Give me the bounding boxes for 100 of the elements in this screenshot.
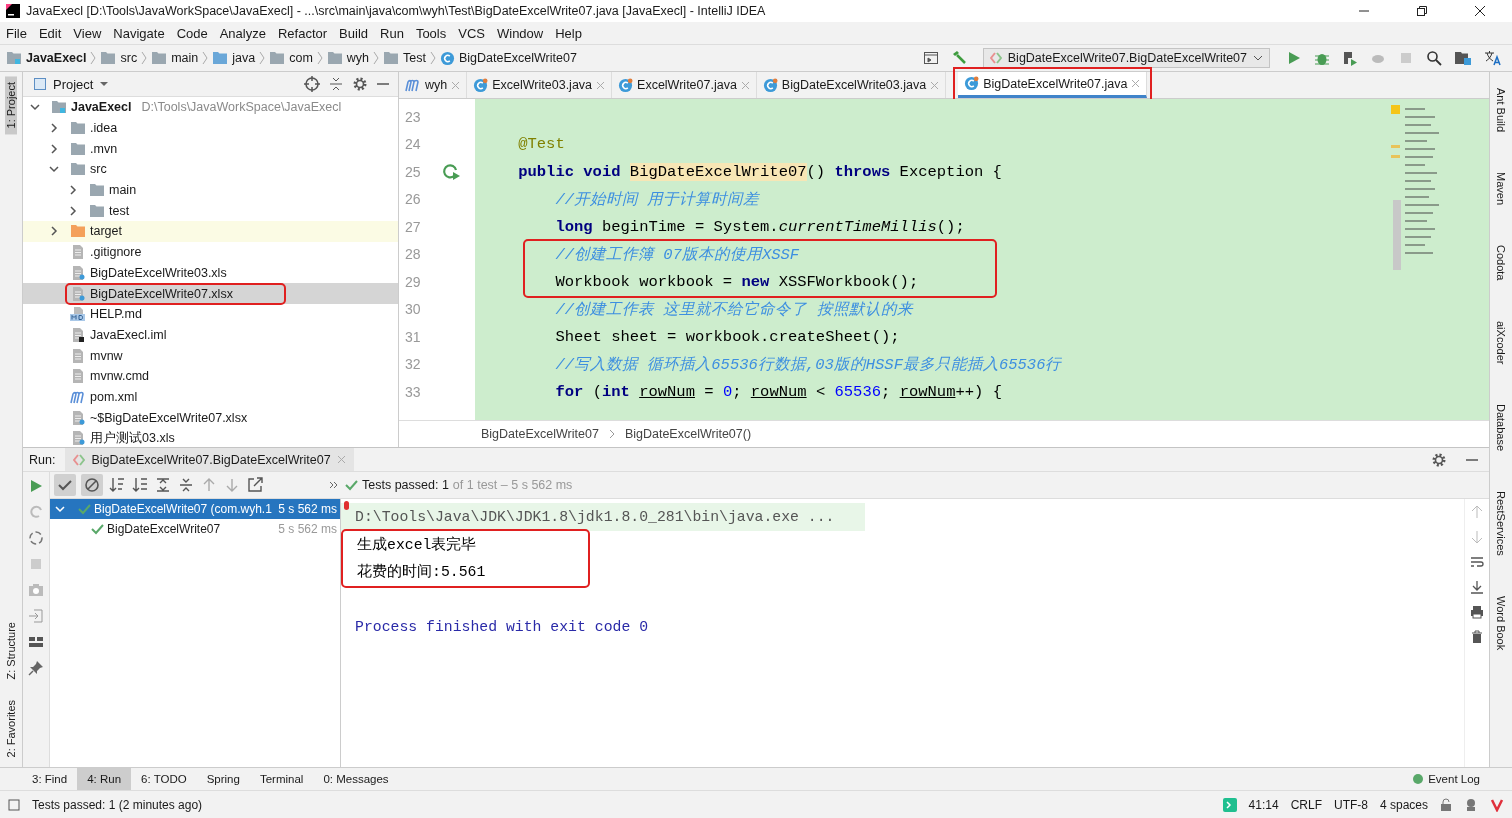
tree-row[interactable]: mvnw.cmd bbox=[23, 365, 398, 387]
chevron-icon[interactable] bbox=[328, 479, 340, 491]
coverage-icon[interactable] bbox=[1342, 50, 1358, 66]
tool-window-tab[interactable]: 3: Find bbox=[22, 768, 78, 790]
print-icon[interactable] bbox=[1470, 605, 1484, 619]
search-icon[interactable] bbox=[1426, 50, 1442, 66]
layout-icon[interactable] bbox=[922, 50, 939, 66]
tree-row[interactable]: HELP.md bbox=[23, 303, 398, 325]
settings-icon[interactable] bbox=[1431, 451, 1447, 468]
tree-row[interactable]: .gitignore bbox=[23, 241, 398, 263]
sort-by-duration-icon[interactable] bbox=[131, 476, 149, 494]
expand-all-icon[interactable] bbox=[154, 476, 172, 494]
tool-window-tab[interactable]: 4: Run bbox=[77, 768, 132, 790]
collapse-all-icon[interactable] bbox=[328, 76, 344, 92]
tool-window-tab[interactable]: 1: Project bbox=[5, 76, 17, 135]
tool-window-tab[interactable]: 2: Favorites bbox=[5, 693, 17, 763]
translate-icon[interactable] bbox=[1484, 50, 1502, 66]
tree-row[interactable]: pom.xml bbox=[23, 386, 398, 408]
line-separator-selector[interactable]: CRLF bbox=[1290, 797, 1322, 812]
editor-tab[interactable]: BigDateExcelWrite03.java bbox=[756, 72, 947, 98]
breadcrumb-item[interactable]: Test bbox=[383, 51, 426, 65]
crosshair-icon[interactable] bbox=[304, 76, 320, 92]
menu-item[interactable]: Window bbox=[496, 25, 544, 41]
indent-selector[interactable]: 4 spaces bbox=[1379, 797, 1428, 812]
menu-item[interactable]: Navigate bbox=[113, 25, 165, 41]
codota-icon[interactable] bbox=[1222, 797, 1237, 812]
close-icon[interactable] bbox=[1474, 5, 1486, 17]
tool-window-tab[interactable]: Maven bbox=[1495, 166, 1507, 212]
menu-item[interactable]: Analyze bbox=[219, 25, 266, 41]
menu-item[interactable]: Refactor bbox=[277, 25, 328, 41]
breadcrumb-item[interactable]: src bbox=[100, 51, 138, 65]
checkmark-icon[interactable] bbox=[54, 474, 76, 496]
panel-title[interactable]: Project bbox=[33, 76, 110, 92]
tree-row[interactable]: .mvn bbox=[23, 138, 398, 160]
tree-row[interactable]: src bbox=[23, 159, 398, 180]
play-icon[interactable] bbox=[1286, 50, 1302, 66]
tree-row[interactable]: mvnw bbox=[23, 345, 398, 366]
tool-window-tab[interactable]: Word Book bbox=[1495, 589, 1507, 657]
breadcrumb-item[interactable]: java bbox=[212, 51, 256, 65]
editor-tab[interactable]: wyh bbox=[399, 72, 468, 98]
tool-window-tab[interactable]: Codota bbox=[1495, 239, 1507, 287]
run-gutter-icon[interactable] bbox=[441, 161, 461, 182]
tool-window-tab[interactable]: RestServices bbox=[1495, 485, 1507, 562]
menu-item[interactable]: Run bbox=[380, 25, 404, 41]
event-log-button[interactable]: Event Log bbox=[1402, 768, 1490, 790]
plugin-icon[interactable] bbox=[1490, 797, 1504, 812]
pin-icon[interactable] bbox=[28, 660, 44, 676]
run-tab[interactable]: BigDateExcelWrite07.BigDateExcelWrite07 bbox=[65, 448, 354, 471]
menu-item[interactable]: VCS bbox=[458, 25, 485, 41]
play-icon[interactable] bbox=[28, 478, 44, 494]
project-structure-icon[interactable] bbox=[1454, 50, 1472, 66]
trash-icon[interactable] bbox=[1470, 630, 1484, 644]
breadcrumb-item[interactable]: JavaExecl bbox=[6, 51, 87, 65]
breadcrumb-item[interactable]: wyh bbox=[326, 51, 370, 65]
settings-icon[interactable] bbox=[352, 76, 368, 92]
soft-wrap-icon[interactable] bbox=[1470, 555, 1484, 569]
collapse-all-icon[interactable] bbox=[177, 476, 195, 494]
menu-item[interactable]: View bbox=[73, 25, 102, 41]
breadcrumb-item[interactable]: BigDateExcelWrite07 bbox=[440, 50, 577, 66]
menu-item[interactable]: Edit bbox=[38, 25, 62, 41]
tree-row[interactable]: JavaExecl D:\Tools\JavaWorkSpace\JavaExecl bbox=[23, 97, 398, 118]
test-method-row[interactable]: BigDateExcelWrite07 5 s 562 ms bbox=[50, 519, 340, 539]
tree-row[interactable]: JavaExecl.iml bbox=[23, 324, 398, 346]
encoding-selector[interactable]: UTF-8 bbox=[1333, 797, 1368, 812]
menu-item[interactable]: Tools bbox=[415, 25, 447, 41]
tree-row[interactable]: BigDateExcelWrite07.xlsx bbox=[23, 283, 398, 304]
tool-window-tab[interactable]: 6: TODO bbox=[131, 768, 197, 790]
tree-row[interactable]: .idea bbox=[23, 117, 398, 139]
breadcrumb-item[interactable]: com bbox=[269, 51, 313, 65]
test-class-row[interactable]: BigDateExcelWrite07 (com.wyh.1 5 s 562 ms bbox=[50, 499, 340, 519]
ignored-icon[interactable] bbox=[81, 474, 103, 496]
menu-item[interactable]: Code bbox=[176, 25, 208, 41]
breadcrumb-item[interactable]: BigDateExcelWrite07() bbox=[624, 427, 752, 441]
editor-tab[interactable]: ExcelWrite03.java bbox=[467, 72, 613, 98]
breadcrumb-item[interactable]: BigDateExcelWrite07 bbox=[481, 427, 599, 441]
tree-row[interactable]: ~$BigDateExcelWrite07.xlsx bbox=[23, 407, 398, 428]
breadcrumb-item[interactable]: main bbox=[151, 51, 199, 65]
tool-window-tab[interactable]: Database bbox=[1495, 397, 1507, 458]
panel-toggle-icon[interactable] bbox=[8, 798, 20, 811]
layout-icon[interactable] bbox=[28, 634, 44, 650]
caret-position[interactable]: 41:14 bbox=[1248, 797, 1279, 812]
scroll-to-end-icon[interactable] bbox=[1470, 580, 1484, 594]
editor-tab[interactable]: ExcelWrite07.java bbox=[612, 72, 757, 98]
tree-row[interactable]: target bbox=[23, 221, 398, 242]
tool-window-tab[interactable]: 0: Messages bbox=[313, 768, 399, 790]
tool-window-tab[interactable]: Spring bbox=[196, 768, 250, 790]
export-icon[interactable] bbox=[246, 476, 264, 494]
tool-window-tab[interactable]: Ant Build bbox=[1495, 82, 1507, 139]
menu-item[interactable]: Build bbox=[339, 25, 368, 41]
tool-window-tab[interactable]: aiXcoder bbox=[1495, 314, 1507, 370]
menu-item[interactable]: Help bbox=[555, 25, 582, 41]
lock-icon[interactable] bbox=[1440, 797, 1452, 812]
tree-row[interactable]: main bbox=[23, 179, 398, 201]
inspector-icon[interactable] bbox=[1464, 797, 1478, 812]
tool-window-tab[interactable]: Terminal bbox=[249, 768, 314, 790]
restore-icon[interactable] bbox=[1416, 5, 1428, 17]
menu-item[interactable]: File bbox=[6, 25, 27, 41]
tree-row[interactable]: test bbox=[23, 200, 398, 222]
tree-row[interactable]: 用户测试03.xls bbox=[23, 428, 398, 447]
sort-icon[interactable] bbox=[108, 476, 126, 494]
